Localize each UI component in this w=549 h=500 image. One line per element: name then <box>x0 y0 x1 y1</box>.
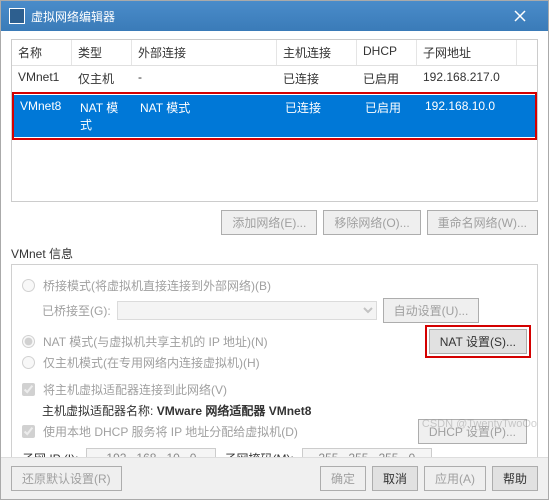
bridge-select <box>117 301 377 320</box>
remove-network-button[interactable]: 移除网络(O)... <box>323 210 420 235</box>
subnet-mask-field: 255 . 255 . 255 . 0 <box>302 448 432 457</box>
col-type: 类型 <box>72 40 132 65</box>
nat-radio <box>22 335 35 348</box>
vmnet-info-group: 桥接模式(将虚拟机直接连接到外部网络)(B) 已桥接至(G): 自动设置(U).… <box>11 264 538 457</box>
nat-highlight-annotation: NAT 设置(S)... <box>425 325 531 358</box>
app-icon <box>9 8 25 24</box>
window-title: 虚拟网络编辑器 <box>31 8 115 25</box>
titlebar: 虚拟网络编辑器 <box>1 1 548 31</box>
hostonly-radio <box>22 356 35 369</box>
add-network-button[interactable]: 添加网络(E)... <box>221 210 317 235</box>
subnet-ip-label: 子网 IP (I): <box>22 450 78 458</box>
bridge-to-label: 已桥接至(G): <box>42 302 111 319</box>
connect-adapter-checkbox <box>22 383 35 396</box>
apply-button[interactable]: 应用(A) <box>424 466 486 491</box>
footer: 还原默认设置(R) 确定 取消 应用(A) 帮助 <box>1 457 548 499</box>
auto-settings-button: 自动设置(U)... <box>383 298 480 323</box>
dhcp-settings-button[interactable]: DHCP 设置(P)... <box>418 419 527 444</box>
adapter-name-row: 主机虚拟适配器名称: VMware 网络适配器 VMnet8 <box>42 402 527 419</box>
col-subnet: 子网地址 <box>417 40 517 65</box>
table-header: 名称 类型 外部连接 主机连接 DHCP 子网地址 <box>12 40 537 66</box>
rename-network-button[interactable]: 重命名网络(W)... <box>427 210 538 235</box>
nat-settings-button[interactable]: NAT 设置(S)... <box>429 329 527 354</box>
use-dhcp-label: 使用本地 DHCP 服务将 IP 地址分配给虚拟机(D) <box>43 423 298 440</box>
nat-label: NAT 模式(与虚拟机共享主机的 IP 地址)(N) <box>43 333 268 350</box>
highlight-annotation: VMnet8 NAT 模式 NAT 模式 已连接 已启用 192.168.10.… <box>12 92 537 140</box>
hostonly-label: 仅主机模式(在专用网络内连接虚拟机)(H) <box>43 354 260 371</box>
help-button[interactable]: 帮助 <box>492 466 538 491</box>
ok-button[interactable]: 确定 <box>320 466 366 491</box>
table-row-selected[interactable]: VMnet8 NAT 模式 NAT 模式 已连接 已启用 192.168.10.… <box>14 95 535 137</box>
vmnet-info-title: VMnet 信息 <box>11 245 538 262</box>
table-row[interactable]: VMnet1 仅主机 - 已连接 已启用 192.168.217.0 <box>12 66 537 91</box>
use-dhcp-checkbox <box>22 425 35 438</box>
network-table[interactable]: 名称 类型 外部连接 主机连接 DHCP 子网地址 VMnet1 仅主机 - 已… <box>11 39 538 202</box>
cancel-button[interactable]: 取消 <box>372 466 418 491</box>
col-dhcp: DHCP <box>357 40 417 65</box>
col-host: 主机连接 <box>277 40 357 65</box>
col-name: 名称 <box>12 40 72 65</box>
connect-adapter-label: 将主机虚拟适配器连接到此网络(V) <box>43 381 227 398</box>
close-button[interactable] <box>500 1 540 31</box>
subnet-mask-label: 子网掩码(M): <box>224 450 293 458</box>
bridge-radio <box>22 279 35 292</box>
restore-defaults-button[interactable]: 还原默认设置(R) <box>11 466 122 491</box>
col-ext: 外部连接 <box>132 40 277 65</box>
subnet-ip-field: 192 . 168 . 10 . 0 <box>86 448 216 457</box>
bridge-label: 桥接模式(将虚拟机直接连接到外部网络)(B) <box>43 277 271 294</box>
